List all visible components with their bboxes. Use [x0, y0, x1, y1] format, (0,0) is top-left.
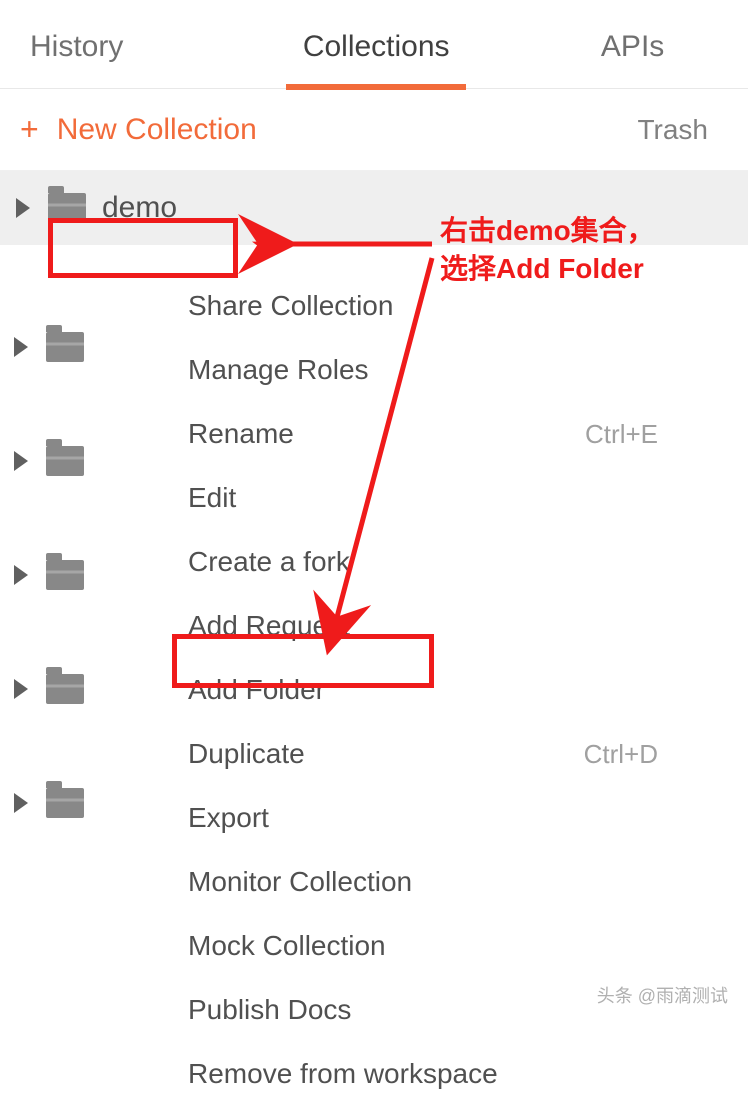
- menu-label: Add Folder: [188, 674, 325, 706]
- menu-mock-collection[interactable]: Mock Collection: [132, 914, 702, 978]
- action-bar: + New Collection Trash: [0, 89, 748, 171]
- menu-edit[interactable]: Edit: [132, 466, 702, 530]
- menu-label: Export: [188, 802, 269, 834]
- annotation-line1: 右击demo集合，: [440, 212, 655, 250]
- collection-row[interactable]: [0, 746, 130, 860]
- chevron-right-icon: [14, 565, 28, 585]
- context-menu: Share Collection Manage Roles Rename Ctr…: [132, 270, 702, 1106]
- menu-remove-from-workspace[interactable]: Remove from workspace: [132, 1042, 702, 1106]
- menu-rename[interactable]: Rename Ctrl+E: [132, 402, 702, 466]
- sidebar-tabs: History Collections APIs: [0, 0, 748, 89]
- plus-icon: +: [20, 111, 39, 148]
- trash-link[interactable]: Trash: [637, 114, 708, 146]
- menu-add-request[interactable]: Add Request: [132, 594, 702, 658]
- folder-icon: [46, 446, 84, 476]
- menu-label: Monitor Collection: [188, 866, 412, 898]
- menu-create-fork[interactable]: Create a fork: [132, 530, 702, 594]
- menu-label: Create a fork: [188, 546, 350, 578]
- new-collection-label: New Collection: [57, 113, 257, 147]
- annotation-text: 右击demo集合， 选择Add Folder: [440, 212, 655, 288]
- menu-shortcut: Ctrl+E: [585, 419, 658, 450]
- chevron-right-icon[interactable]: [16, 198, 30, 218]
- annotation-line2: 选择Add Folder: [440, 250, 655, 288]
- watermark: 头条 @雨滴测试: [597, 982, 728, 1008]
- folder-icon: [46, 560, 84, 590]
- tab-apis[interactable]: APIs: [517, 18, 748, 88]
- menu-label: Manage Roles: [188, 354, 369, 386]
- menu-export[interactable]: Export: [132, 786, 702, 850]
- chevron-right-icon: [14, 337, 28, 357]
- tab-history[interactable]: History: [0, 18, 235, 88]
- menu-label: Edit: [188, 482, 236, 514]
- menu-label: Add Request: [188, 610, 350, 642]
- star-icon: ★: [250, 228, 277, 263]
- menu-shortcut: Ctrl+D: [584, 739, 658, 770]
- tab-collections[interactable]: Collections: [235, 18, 517, 88]
- folder-icon: [48, 193, 86, 223]
- chevron-right-icon: [14, 451, 28, 471]
- folder-icon: [46, 674, 84, 704]
- menu-label: Share Collection: [188, 290, 393, 322]
- menu-label: Mock Collection: [188, 930, 386, 962]
- collection-row[interactable]: [0, 632, 130, 746]
- collection-row[interactable]: [0, 518, 130, 632]
- background-collection-rows: [0, 290, 130, 860]
- menu-manage-roles[interactable]: Manage Roles: [132, 338, 702, 402]
- menu-add-folder[interactable]: Add Folder: [132, 658, 702, 722]
- new-collection-button[interactable]: + New Collection: [20, 111, 257, 148]
- folder-icon: [46, 332, 84, 362]
- menu-label: Publish Docs: [188, 994, 351, 1026]
- folder-icon: [46, 788, 84, 818]
- menu-monitor-collection[interactable]: Monitor Collection: [132, 850, 702, 914]
- menu-label: Remove from workspace: [188, 1058, 498, 1090]
- collection-row[interactable]: [0, 404, 130, 518]
- menu-label: Rename: [188, 418, 294, 450]
- chevron-right-icon: [14, 679, 28, 699]
- collection-row[interactable]: [0, 290, 130, 404]
- menu-label: Duplicate: [188, 738, 305, 770]
- menu-duplicate[interactable]: Duplicate Ctrl+D: [132, 722, 702, 786]
- chevron-right-icon: [14, 793, 28, 813]
- collection-name: demo: [102, 191, 177, 225]
